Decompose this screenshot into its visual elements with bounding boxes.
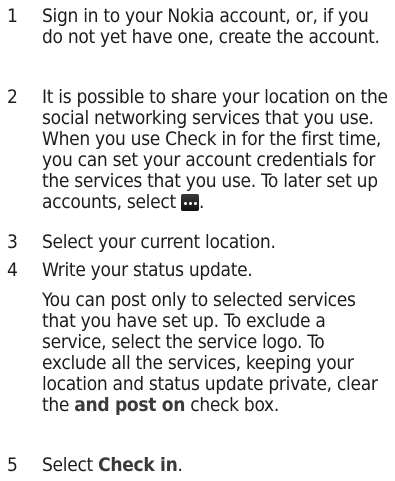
step-text: It is possible to share your location on… [42,86,388,213]
step-number: 1 [7,5,18,27]
step-text: Sign in to your Nokia account, or, if yo… [42,5,380,48]
step-number: 3 [7,231,18,253]
step-number: 5 [7,454,18,476]
step-text: Write your status update. [42,259,253,281]
and-post-on-label: and post on [74,394,186,416]
step-4-note: You can post only to selected services t… [42,289,378,416]
check-in-label: Check in [98,454,178,476]
instruction-list: 1 Sign in to your Nokia account, or, if … [0,0,395,481]
step-text: Select Check in. [42,454,183,476]
step-number: 4 [7,259,18,281]
step-number: 2 [7,86,18,108]
more-options-icon [181,194,199,211]
step-text: Select your current location. [42,231,276,253]
